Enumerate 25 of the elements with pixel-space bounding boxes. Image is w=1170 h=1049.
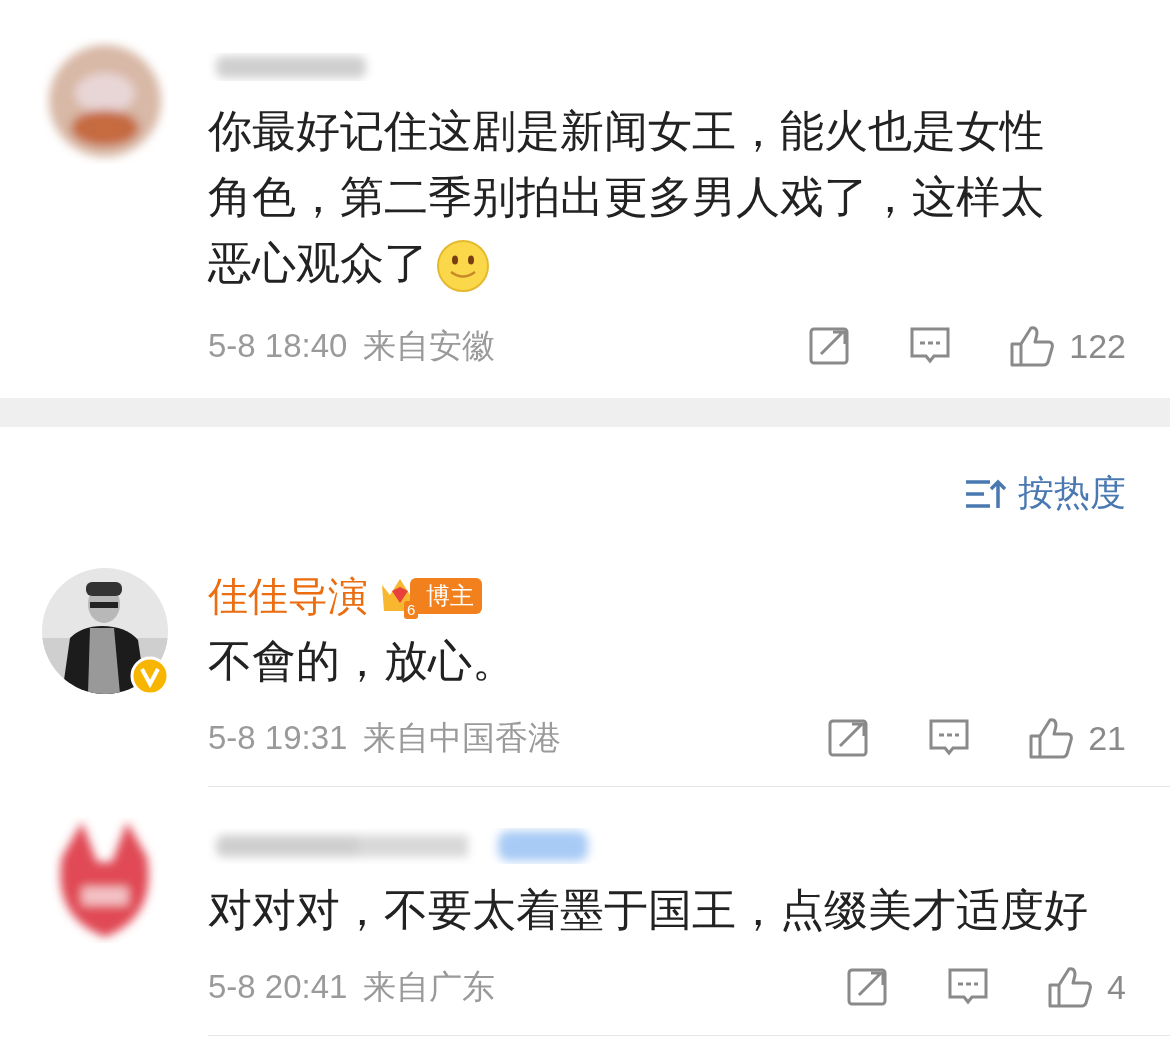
sort-button[interactable]: 按热度 bbox=[966, 469, 1126, 518]
comment-time: 5-8 18:40 bbox=[208, 327, 348, 365]
thumbs-up-icon[interactable] bbox=[1009, 324, 1056, 368]
thumbs-up-icon[interactable] bbox=[1047, 965, 1094, 1009]
thumbs-up-icon[interactable] bbox=[1028, 716, 1075, 760]
comment-icon[interactable] bbox=[928, 718, 971, 758]
comment-text: 你最好记住这剧是新闻女王，能火也是女性角色，第二季别拍出更多男人戏了，这样太恶心观众了 bbox=[208, 98, 1126, 296]
comment-time: 5-8 19:31 bbox=[208, 719, 348, 757]
level-number: 6 bbox=[404, 601, 419, 619]
comment-text: 对对对，不要太着墨于国王，点缀美才适度好 bbox=[208, 884, 1089, 936]
comment-time: 5-8 20:41 bbox=[208, 968, 348, 1006]
like-count: 4 bbox=[1107, 967, 1126, 1007]
comment-text: 不會的，放心。 bbox=[208, 635, 517, 687]
sort-icon bbox=[966, 477, 1006, 510]
share-icon[interactable] bbox=[828, 718, 871, 758]
comment-location: 来自中国香港 bbox=[363, 717, 562, 758]
share-icon[interactable] bbox=[809, 326, 852, 366]
comment-location: 来自广东 bbox=[363, 966, 496, 1007]
comment-icon[interactable] bbox=[909, 326, 952, 366]
like-count: 21 bbox=[1088, 718, 1126, 758]
username[interactable]: 佳佳导演 bbox=[208, 568, 368, 624]
share-icon[interactable] bbox=[847, 967, 890, 1007]
like-count: 122 bbox=[1069, 326, 1126, 366]
comment-icon[interactable] bbox=[947, 967, 990, 1007]
comment-location: 来自安徽 bbox=[363, 325, 496, 366]
